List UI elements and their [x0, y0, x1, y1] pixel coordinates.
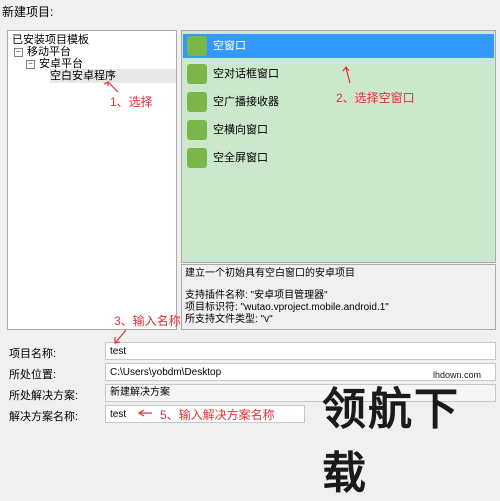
watermark-url: lhdown.com	[433, 370, 482, 380]
annotation-step1: 1、选择	[110, 95, 153, 109]
annotation-step3: 3、输入名称	[114, 314, 181, 328]
annotation-step2: 2、选择空窗口	[336, 91, 415, 105]
watermark-logo: 领航下载	[322, 384, 460, 499]
annotation-step5: 5、输入解决方案名称	[160, 408, 275, 422]
arrow-step3	[115, 329, 127, 343]
annotation-arrows	[103, 66, 351, 417]
arrow-step1	[107, 81, 119, 93]
